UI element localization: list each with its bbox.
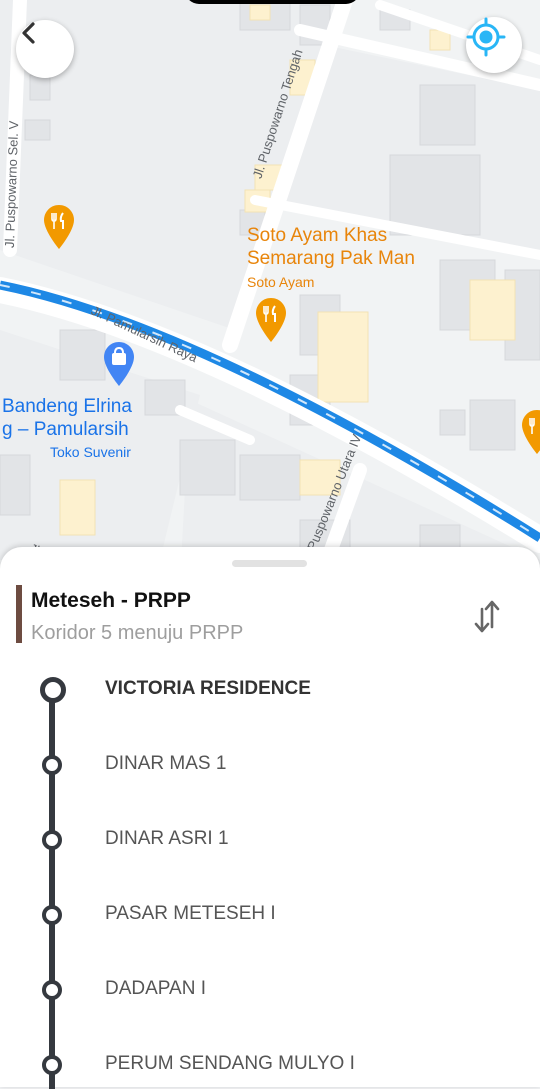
stop-name: PASAR METESEH I [105, 903, 276, 924]
stop-marker [42, 755, 62, 775]
poi-name-line: Soto Ayam Khas [247, 225, 388, 246]
my-location-button[interactable] [466, 17, 522, 73]
stop-name: DINAR ASRI 1 [105, 828, 229, 849]
poi-name-line: Bandeng Elrina [2, 396, 132, 417]
stop-item[interactable]: VICTORIA RESIDENCE [40, 672, 520, 712]
stop-current-marker [40, 677, 66, 703]
swap-direction-button[interactable] [472, 597, 502, 635]
back-button[interactable] [16, 20, 74, 78]
swap-vertical-icon [474, 600, 500, 633]
route-bottom-sheet[interactable]: Meteseh - PRPP Koridor 5 menuju PRPP VIC… [0, 547, 540, 1089]
route-color-bar [16, 585, 22, 643]
stop-item[interactable]: DADAPAN I [40, 972, 520, 1012]
stop-item[interactable]: DINAR MAS 1 [40, 747, 520, 787]
poi-category: Soto Ayam [247, 274, 315, 290]
poi-name[interactable]: Soto Ayam Khas Semarang Pak Man [247, 224, 415, 270]
stop-marker [42, 1055, 62, 1075]
poi-category: Toko Suvenir [50, 444, 131, 460]
stop-name: PERUM SENDANG MULYO I [105, 1053, 355, 1074]
stop-item[interactable]: PERUM SENDANG MULYO I [40, 1047, 520, 1087]
route-subtitle: Koridor 5 menuju PRPP [31, 622, 244, 644]
route-title: Meteseh - PRPP [31, 589, 191, 612]
stop-name: DADAPAN I [105, 978, 207, 999]
poi-name[interactable]: Bandeng Elrina g – Pamularsih [2, 395, 132, 441]
stop-marker [42, 905, 62, 925]
stop-name: VICTORIA RESIDENCE [105, 678, 311, 699]
stop-name: DINAR MAS 1 [105, 753, 227, 774]
stop-marker [42, 980, 62, 1000]
stop-marker [42, 830, 62, 850]
map-view[interactable]: Jl. Puspowarno Sel. V Jl. Puspowarno Ten… [0, 0, 540, 580]
my-location-icon [466, 17, 506, 57]
poi-name-line: g – Pamularsih [2, 419, 129, 440]
stop-item[interactable]: DINAR ASRI 1 [40, 822, 520, 862]
camera-notch [185, 0, 360, 4]
drag-handle[interactable] [232, 560, 307, 567]
stop-item[interactable]: PASAR METESEH I [40, 897, 520, 937]
chevron-left-icon [22, 22, 35, 44]
poi-name-line: Semarang Pak Man [247, 248, 415, 269]
map-canvas [0, 0, 540, 580]
